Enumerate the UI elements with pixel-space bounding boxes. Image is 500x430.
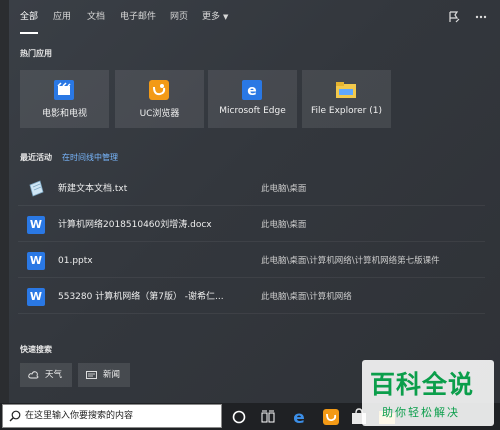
file-explorer-icon (336, 82, 356, 98)
chevron-down-icon: ▼ (223, 13, 229, 21)
cortana-icon[interactable] (228, 406, 250, 428)
app-tile-label: 电影和电视 (41, 109, 87, 119)
recent-item[interactable]: W 计算机网络2018510460刘增涛.docx 此电脑\桌面 (18, 209, 485, 242)
search-placeholder: 在这里输入你要搜索的内容 (25, 411, 134, 421)
tab-web[interactable]: 网页 (170, 0, 188, 34)
news-icon (86, 371, 97, 379)
feedback-icon[interactable] (447, 10, 461, 24)
wps-doc-icon: W (27, 288, 45, 306)
search-tabs: 全部 应用 文档 电子邮件 网页 更多 ▼ (9, 0, 500, 34)
recent-item-path: 此电脑\桌面 (261, 220, 307, 230)
svg-text:e: e (293, 408, 305, 428)
search-icon (9, 410, 21, 422)
recent-item[interactable]: 新建文本文档.txt 此电脑\桌面 (18, 173, 485, 206)
recent-item-name: 01.pptx (58, 256, 93, 266)
recent-item-path: 此电脑\桌面\计算机网络\计算机网络第七版课件 (261, 256, 440, 266)
text-file-icon (29, 180, 44, 197)
app-tile-label: File Explorer (1) (310, 106, 382, 116)
quick-search-label: 新闻 (103, 370, 121, 380)
wps-doc-icon: W (27, 216, 45, 234)
taskbar-search-box[interactable]: 在这里输入你要搜索的内容 (2, 404, 222, 428)
uc-browser-icon (149, 80, 169, 100)
app-tile-edge[interactable]: e Microsoft Edge (208, 70, 297, 128)
recent-item-name: 新建文本文档.txt (58, 184, 128, 194)
tab-email[interactable]: 电子邮件 (120, 0, 156, 34)
edge-icon[interactable]: e (288, 406, 310, 428)
quick-search-title: 快速搜索 (20, 345, 52, 354)
recent-item-name: 553280 计算机网络（第7版） -谢希仁... (58, 292, 224, 302)
recent-item-name: 计算机网络2018510460刘增涛.docx (58, 220, 212, 230)
recent-item[interactable]: W 553280 计算机网络（第7版） -谢希仁... 此电脑\桌面\计算机网络 (18, 281, 485, 314)
manage-timeline-link[interactable]: 在时间线中管理 (62, 152, 118, 163)
app-tile-movies-tv[interactable]: 电影和电视 (20, 70, 109, 128)
tab-apps[interactable]: 应用 (53, 0, 71, 34)
tab-documents[interactable]: 文档 (87, 0, 105, 34)
wps-doc-icon: W (27, 252, 45, 270)
more-options-icon[interactable] (474, 10, 488, 24)
start-search-panel: 全部 应用 文档 电子邮件 网页 更多▼ 热门应用 电影和电视 UC浏览器 e (9, 0, 500, 403)
weather-icon (28, 371, 39, 379)
watermark-title: 百科全说 (370, 370, 475, 399)
recent-item-path: 此电脑\桌面\计算机网络 (261, 292, 352, 302)
app-tile-file-explorer[interactable]: File Explorer (1) (302, 70, 391, 128)
uc-browser-icon[interactable] (320, 406, 342, 428)
movies-tv-icon (54, 80, 74, 100)
quick-search-label: 天气 (45, 370, 63, 380)
hot-apps-title: 热门应用 (20, 49, 52, 58)
recent-item-path: 此电脑\桌面 (261, 184, 307, 194)
svg-text:e: e (247, 83, 257, 99)
tab-all[interactable]: 全部 (20, 0, 39, 34)
quick-search-weather[interactable]: 天气 (20, 363, 72, 387)
app-tile-label: Microsoft Edge (219, 106, 286, 116)
watermark-logo: 百科全说 助你轻松解决 (362, 360, 494, 426)
tab-more[interactable]: 更多 ▼ (202, 0, 228, 34)
watermark-subtitle: 助你轻松解决 (382, 406, 460, 419)
recent-item[interactable]: W 01.pptx 此电脑\桌面\计算机网络\计算机网络第七版课件 (18, 245, 485, 278)
app-tile-uc-browser[interactable]: UC浏览器 (115, 70, 204, 128)
recent-activity-title: 最近活动 (20, 153, 52, 162)
task-view-icon[interactable] (257, 406, 279, 428)
quick-search-news[interactable]: 新闻 (78, 363, 130, 387)
app-tile-label: UC浏览器 (139, 109, 180, 119)
edge-icon: e (242, 80, 262, 100)
